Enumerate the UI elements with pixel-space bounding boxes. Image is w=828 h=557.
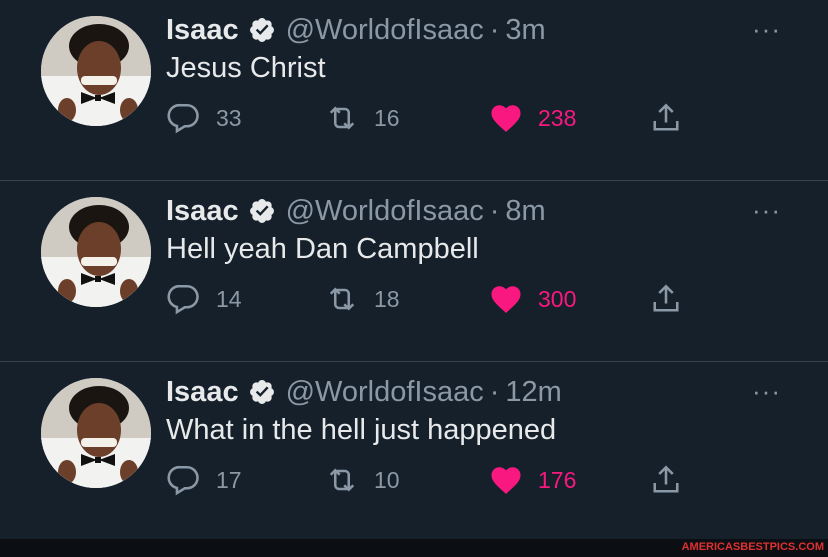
retweet-button[interactable]: 16 [324, 98, 400, 138]
avatar-image [41, 378, 151, 488]
user-handle[interactable]: @WorldofIsaac [286, 376, 484, 409]
watermark-text: AMERICASBESTPICS.COM [681, 541, 824, 553]
heart-icon [491, 105, 521, 132]
separator-dot: · [489, 13, 500, 46]
display-name[interactable]: Isaac [166, 14, 239, 47]
share-icon [653, 103, 679, 131]
display-name[interactable]: Isaac [166, 195, 239, 228]
retweet-count: 18 [374, 285, 400, 312]
user-handle[interactable]: @WorldofIsaac [286, 195, 484, 228]
avatar-image [41, 197, 151, 307]
reply-icon [167, 284, 199, 315]
more-icon[interactable]: ··· [752, 14, 781, 45]
tweet-text: What in the hell just happened [166, 414, 557, 446]
share-button[interactable] [648, 98, 684, 138]
avatar[interactable] [41, 16, 151, 126]
separator-dot: · [489, 194, 500, 227]
reply-icon [167, 103, 199, 134]
verified-badge-icon [248, 378, 276, 406]
user-handle[interactable]: @WorldofIsaac [286, 14, 484, 47]
timestamp[interactable]: 12m [505, 376, 561, 409]
like-button[interactable]: 238 [488, 98, 576, 138]
tweet[interactable]: Isaac @WorldofIsaac · 8m ··· Hell yeah D… [0, 181, 828, 362]
reply-count: 14 [216, 285, 242, 312]
tweet-text: Hell yeah Dan Campbell [166, 233, 479, 265]
avatar[interactable] [41, 197, 151, 307]
tweet[interactable]: Isaac @WorldofIsaac · 3m ··· Jesus Chris… [0, 0, 828, 181]
retweet-count: 16 [374, 104, 400, 131]
verified-badge-icon [248, 16, 276, 44]
retweet-count: 10 [374, 466, 400, 493]
reply-count: 33 [216, 104, 242, 131]
retweet-button[interactable]: 10 [324, 460, 400, 500]
like-count: 300 [538, 285, 577, 312]
retweet-icon [329, 106, 355, 130]
verified-badge-icon [248, 197, 276, 225]
share-icon [653, 284, 679, 312]
more-icon[interactable]: ··· [752, 376, 781, 407]
tweet[interactable]: Isaac @WorldofIsaac · 12m ··· What in th… [0, 362, 828, 543]
more-icon[interactable]: ··· [752, 195, 781, 226]
display-name[interactable]: Isaac [166, 376, 239, 409]
reply-button[interactable]: 17 [166, 460, 242, 500]
reply-button[interactable]: 33 [166, 98, 242, 138]
tweet-text: Jesus Christ [166, 52, 326, 84]
like-button[interactable]: 300 [488, 279, 576, 319]
like-count: 238 [538, 104, 577, 131]
heart-icon [491, 286, 521, 313]
reply-icon [167, 465, 199, 496]
retweet-button[interactable]: 18 [324, 279, 400, 319]
share-button[interactable] [648, 279, 684, 319]
avatar-image [41, 16, 151, 126]
like-button[interactable]: 176 [488, 460, 576, 500]
retweet-icon [329, 287, 355, 311]
share-icon [653, 465, 679, 493]
avatar[interactable] [41, 378, 151, 488]
timestamp[interactable]: 8m [505, 195, 545, 228]
separator-dot: · [489, 375, 500, 408]
reply-button[interactable]: 14 [166, 279, 242, 319]
watermark-bar: AMERICASBESTPICS.COM [0, 539, 828, 557]
reply-count: 17 [216, 466, 242, 493]
retweet-icon [329, 468, 355, 492]
timestamp[interactable]: 3m [505, 14, 545, 47]
heart-icon [491, 467, 521, 494]
like-count: 176 [538, 466, 577, 493]
share-button[interactable] [648, 460, 684, 500]
